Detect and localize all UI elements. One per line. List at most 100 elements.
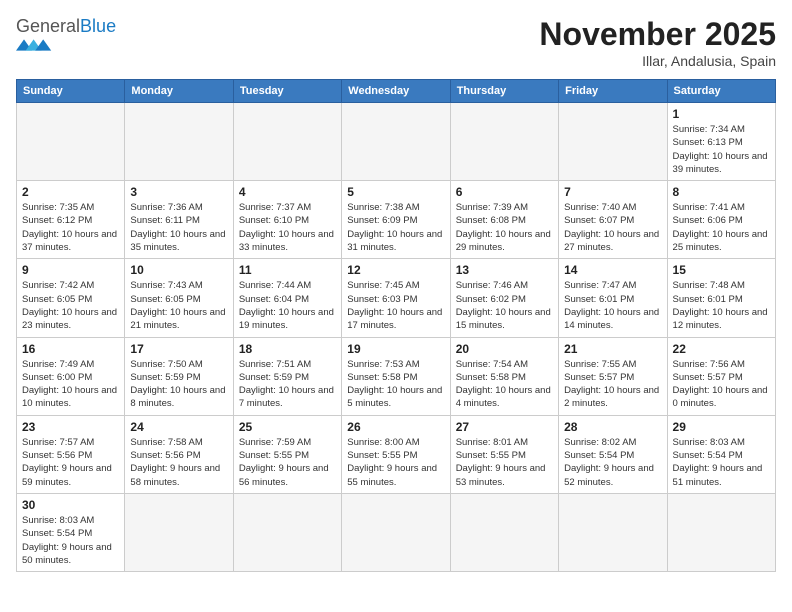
day-info: Sunrise: 7:48 AM Sunset: 6:01 PM Dayligh… <box>673 279 770 332</box>
day-info: Sunrise: 7:54 AM Sunset: 5:58 PM Dayligh… <box>456 358 553 411</box>
table-row: 28 Sunrise: 8:02 AM Sunset: 5:54 PM Dayli… <box>559 415 667 493</box>
table-row: 5 Sunrise: 7:38 AM Sunset: 6:09 PM Daylig… <box>342 181 450 259</box>
table-row: 11 Sunrise: 7:44 AM Sunset: 6:04 PM Dayli… <box>233 259 341 337</box>
day-info: Sunrise: 7:58 AM Sunset: 5:56 PM Dayligh… <box>130 436 227 489</box>
day-number: 11 <box>239 263 336 277</box>
day-info: Sunrise: 8:03 AM Sunset: 5:54 PM Dayligh… <box>673 436 770 489</box>
table-row: 23 Sunrise: 7:57 AM Sunset: 5:56 PM Dayli… <box>17 415 125 493</box>
day-number: 19 <box>347 342 444 356</box>
table-row: 24Sunrise: 7:58 AM Sunset: 5:56 PM Dayli… <box>125 415 233 493</box>
day-info: Sunrise: 8:03 AM Sunset: 5:54 PM Dayligh… <box>22 514 119 567</box>
day-number: 12 <box>347 263 444 277</box>
table-row: 25 Sunrise: 7:59 AM Sunset: 5:55 PM Dayli… <box>233 415 341 493</box>
table-row: 3 Sunrise: 7:36 AM Sunset: 6:11 PM Daylig… <box>125 181 233 259</box>
day-info: Sunrise: 7:45 AM Sunset: 6:03 PM Dayligh… <box>347 279 444 332</box>
day-number: 26 <box>347 420 444 434</box>
table-row <box>450 103 558 181</box>
day-number: 21 <box>564 342 661 356</box>
calendar-week-row: 16Sunrise: 7:49 AM Sunset: 6:00 PM Dayli… <box>17 337 776 415</box>
day-number: 8 <box>673 185 770 199</box>
table-row: 19 Sunrise: 7:53 AM Sunset: 5:58 PM Dayli… <box>342 337 450 415</box>
table-row: 12 Sunrise: 7:45 AM Sunset: 6:03 PM Dayli… <box>342 259 450 337</box>
title-block: November 2025 Illar, Andalusia, Spain <box>539 16 776 69</box>
location: Illar, Andalusia, Spain <box>539 53 776 69</box>
table-row: 4Sunrise: 7:37 AM Sunset: 6:10 PM Daylig… <box>233 181 341 259</box>
day-info: Sunrise: 7:34 AM Sunset: 6:13 PM Dayligh… <box>673 123 770 176</box>
logo-icon <box>16 39 56 51</box>
table-row: 1 Sunrise: 7:34 AM Sunset: 6:13 PM Daylig… <box>667 103 775 181</box>
table-row: 16Sunrise: 7:49 AM Sunset: 6:00 PM Dayli… <box>17 337 125 415</box>
header-saturday: Saturday <box>667 80 775 103</box>
table-row: 10 Sunrise: 7:43 AM Sunset: 6:05 PM Dayli… <box>125 259 233 337</box>
page: GeneralBlue November 2025 Illar, Andalus… <box>0 0 792 582</box>
day-number: 27 <box>456 420 553 434</box>
day-info: Sunrise: 7:47 AM Sunset: 6:01 PM Dayligh… <box>564 279 661 332</box>
day-number: 29 <box>673 420 770 434</box>
day-info: Sunrise: 7:39 AM Sunset: 6:08 PM Dayligh… <box>456 201 553 254</box>
day-info: Sunrise: 7:56 AM Sunset: 5:57 PM Dayligh… <box>673 358 770 411</box>
header-tuesday: Tuesday <box>233 80 341 103</box>
table-row <box>667 493 775 571</box>
day-info: Sunrise: 7:57 AM Sunset: 5:56 PM Dayligh… <box>22 436 119 489</box>
day-info: Sunrise: 7:38 AM Sunset: 6:09 PM Dayligh… <box>347 201 444 254</box>
day-info: Sunrise: 7:53 AM Sunset: 5:58 PM Dayligh… <box>347 358 444 411</box>
day-info: Sunrise: 7:36 AM Sunset: 6:11 PM Dayligh… <box>130 201 227 254</box>
calendar-week-row: 9 Sunrise: 7:42 AM Sunset: 6:05 PM Daylig… <box>17 259 776 337</box>
day-number: 22 <box>673 342 770 356</box>
day-info: Sunrise: 8:02 AM Sunset: 5:54 PM Dayligh… <box>564 436 661 489</box>
day-info: Sunrise: 7:35 AM Sunset: 6:12 PM Dayligh… <box>22 201 119 254</box>
day-number: 5 <box>347 185 444 199</box>
day-info: Sunrise: 7:40 AM Sunset: 6:07 PM Dayligh… <box>564 201 661 254</box>
day-number: 4 <box>239 185 336 199</box>
table-row <box>559 493 667 571</box>
day-info: Sunrise: 7:46 AM Sunset: 6:02 PM Dayligh… <box>456 279 553 332</box>
logo-blue: Blue <box>80 16 116 36</box>
table-row: 13Sunrise: 7:46 AM Sunset: 6:02 PM Dayli… <box>450 259 558 337</box>
table-row <box>233 493 341 571</box>
table-row: 8Sunrise: 7:41 AM Sunset: 6:06 PM Daylig… <box>667 181 775 259</box>
day-number: 7 <box>564 185 661 199</box>
table-row <box>125 493 233 571</box>
day-number: 6 <box>456 185 553 199</box>
day-info: Sunrise: 7:51 AM Sunset: 5:59 PM Dayligh… <box>239 358 336 411</box>
table-row: 7 Sunrise: 7:40 AM Sunset: 6:07 PM Daylig… <box>559 181 667 259</box>
table-row: 22 Sunrise: 7:56 AM Sunset: 5:57 PM Dayli… <box>667 337 775 415</box>
day-number: 25 <box>239 420 336 434</box>
calendar-week-row: 23 Sunrise: 7:57 AM Sunset: 5:56 PM Dayli… <box>17 415 776 493</box>
day-info: Sunrise: 7:42 AM Sunset: 6:05 PM Dayligh… <box>22 279 119 332</box>
table-row: 14 Sunrise: 7:47 AM Sunset: 6:01 PM Dayli… <box>559 259 667 337</box>
month-year: November 2025 <box>539 16 776 53</box>
day-info: Sunrise: 7:44 AM Sunset: 6:04 PM Dayligh… <box>239 279 336 332</box>
table-row <box>559 103 667 181</box>
table-row: 21 Sunrise: 7:55 AM Sunset: 5:57 PM Dayli… <box>559 337 667 415</box>
table-row: 15 Sunrise: 7:48 AM Sunset: 6:01 PM Dayli… <box>667 259 775 337</box>
day-number: 20 <box>456 342 553 356</box>
table-row <box>125 103 233 181</box>
day-info: Sunrise: 8:01 AM Sunset: 5:55 PM Dayligh… <box>456 436 553 489</box>
day-number: 14 <box>564 263 661 277</box>
table-row: 18Sunrise: 7:51 AM Sunset: 5:59 PM Dayli… <box>233 337 341 415</box>
header-sunday: Sunday <box>17 80 125 103</box>
day-number: 10 <box>130 263 227 277</box>
day-number: 9 <box>22 263 119 277</box>
day-number: 1 <box>673 107 770 121</box>
table-row: 30Sunrise: 8:03 AM Sunset: 5:54 PM Dayli… <box>17 493 125 571</box>
table-row <box>17 103 125 181</box>
day-number: 28 <box>564 420 661 434</box>
day-info: Sunrise: 7:59 AM Sunset: 5:55 PM Dayligh… <box>239 436 336 489</box>
table-row: 27 Sunrise: 8:01 AM Sunset: 5:55 PM Dayli… <box>450 415 558 493</box>
day-number: 15 <box>673 263 770 277</box>
logo: GeneralBlue <box>16 16 116 51</box>
table-row <box>450 493 558 571</box>
table-row: 20 Sunrise: 7:54 AM Sunset: 5:58 PM Dayli… <box>450 337 558 415</box>
day-number: 3 <box>130 185 227 199</box>
header-monday: Monday <box>125 80 233 103</box>
day-info: Sunrise: 7:43 AM Sunset: 6:05 PM Dayligh… <box>130 279 227 332</box>
header: GeneralBlue November 2025 Illar, Andalus… <box>16 16 776 69</box>
day-info: Sunrise: 7:55 AM Sunset: 5:57 PM Dayligh… <box>564 358 661 411</box>
header-thursday: Thursday <box>450 80 558 103</box>
weekday-header-row: Sunday Monday Tuesday Wednesday Thursday… <box>17 80 776 103</box>
day-number: 23 <box>22 420 119 434</box>
table-row: 29 Sunrise: 8:03 AM Sunset: 5:54 PM Dayli… <box>667 415 775 493</box>
day-info: Sunrise: 7:49 AM Sunset: 6:00 PM Dayligh… <box>22 358 119 411</box>
